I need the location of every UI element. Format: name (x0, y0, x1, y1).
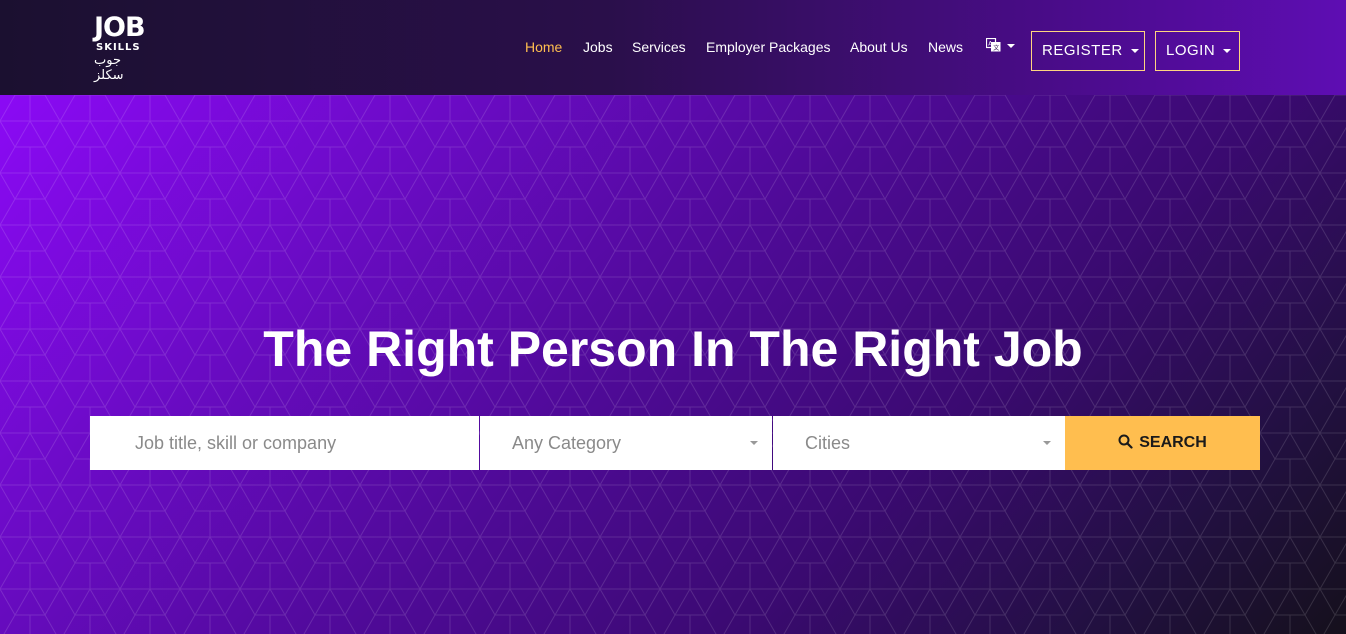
svg-text:文: 文 (993, 44, 999, 52)
top-navbar: JOB SKILLS جوب سكلز Home Jobs Services E… (0, 0, 1346, 95)
category-select[interactable]: Any Category (480, 416, 772, 470)
city-select-value: Cities (805, 433, 851, 453)
nav-item-about-us[interactable]: About Us (850, 38, 908, 56)
site-logo[interactable]: JOB SKILLS جوب سكلز (88, 12, 154, 84)
nav-item-jobs[interactable]: Jobs (583, 38, 613, 56)
search-icon (1118, 434, 1133, 449)
translate-icon: A 文 (986, 38, 1001, 52)
hero-section: The Right Person In The Right Job Any Ca… (0, 95, 1346, 634)
register-button[interactable]: REGISTER (1031, 31, 1145, 71)
search-button-label: SEARCH (1139, 434, 1207, 451)
register-label: REGISTER (1042, 42, 1123, 59)
nav-item-home[interactable]: Home (525, 38, 562, 56)
hero-title: The Right Person In The Right Job (263, 321, 1083, 377)
keyword-search-input[interactable] (90, 416, 479, 470)
chevron-down-icon (750, 441, 758, 445)
job-search-form: Any Category Cities SEARCH (90, 416, 1260, 470)
keyword-field-wrapper (90, 416, 479, 470)
nav-item-employer-packages[interactable]: Employer Packages (706, 38, 831, 56)
city-select[interactable]: Cities (773, 416, 1065, 470)
chevron-down-icon (1223, 49, 1232, 54)
nav-item-news[interactable]: News (928, 38, 963, 56)
category-select-value: Any Category (512, 433, 622, 453)
language-switcher[interactable]: A 文 (986, 36, 1018, 56)
chevron-down-icon (1130, 49, 1139, 54)
chevron-down-icon (1043, 441, 1051, 445)
login-label: LOGIN (1166, 42, 1216, 59)
logo-arabic: جوب سكلز (94, 53, 124, 83)
nav-item-services[interactable]: Services (632, 38, 686, 56)
search-button[interactable]: SEARCH (1065, 416, 1260, 470)
logo-wordmark: JOB (94, 12, 146, 43)
chevron-down-icon (1007, 44, 1015, 48)
login-button[interactable]: LOGIN (1155, 31, 1240, 71)
logo-subtitle: SKILLS (96, 42, 141, 53)
